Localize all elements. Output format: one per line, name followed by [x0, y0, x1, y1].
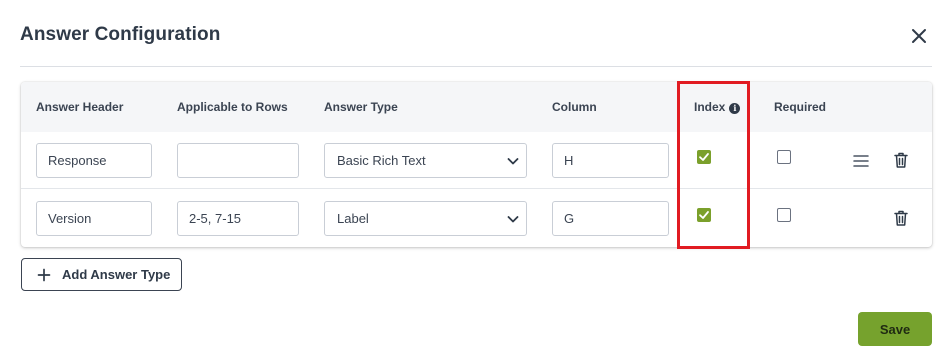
column-input[interactable] — [552, 201, 669, 236]
add-answer-type-label: Add Answer Type — [62, 267, 171, 282]
plus-icon — [37, 268, 51, 281]
chevron-down-icon — [507, 158, 519, 165]
required-checkbox[interactable] — [777, 150, 791, 164]
answer-type-select[interactable]: Basic Rich Text — [324, 143, 527, 178]
close-icon — [912, 29, 926, 43]
answer-header-input[interactable] — [36, 143, 152, 178]
column-input[interactable] — [552, 143, 669, 178]
table-row: Basic Rich Text — [21, 132, 932, 189]
answer-type-select[interactable]: Label — [324, 201, 527, 236]
applicable-rows-input[interactable] — [177, 143, 299, 178]
drag-handle-icon[interactable] — [852, 152, 870, 170]
answer-type-value: Basic Rich Text — [337, 153, 426, 168]
header-answer-type: Answer Type — [324, 100, 398, 114]
answer-table: Answer Header Applicable to Rows Answer … — [21, 82, 932, 247]
trash-icon[interactable] — [892, 209, 910, 227]
required-checkbox[interactable] — [777, 208, 791, 222]
header-answer-header: Answer Header — [36, 100, 124, 114]
index-column-highlight — [677, 81, 750, 249]
dialog-title: Answer Configuration — [20, 24, 221, 45]
table-header: Answer Header Applicable to Rows Answer … — [21, 82, 932, 132]
header-column: Column — [552, 100, 597, 114]
answer-header-input[interactable] — [36, 201, 152, 236]
trash-icon[interactable] — [892, 151, 910, 169]
chevron-down-icon — [507, 216, 519, 223]
header-required: Required — [774, 100, 827, 114]
save-button[interactable]: Save — [858, 312, 932, 346]
add-answer-type-button[interactable]: Add Answer Type — [21, 258, 182, 291]
answer-type-value: Label — [337, 211, 369, 226]
close-button[interactable] — [908, 25, 930, 47]
header-applicable-to-rows: Applicable to Rows — [177, 100, 288, 114]
title-divider — [20, 66, 932, 67]
applicable-rows-input[interactable] — [177, 201, 299, 236]
table-row: Label — [21, 190, 932, 247]
